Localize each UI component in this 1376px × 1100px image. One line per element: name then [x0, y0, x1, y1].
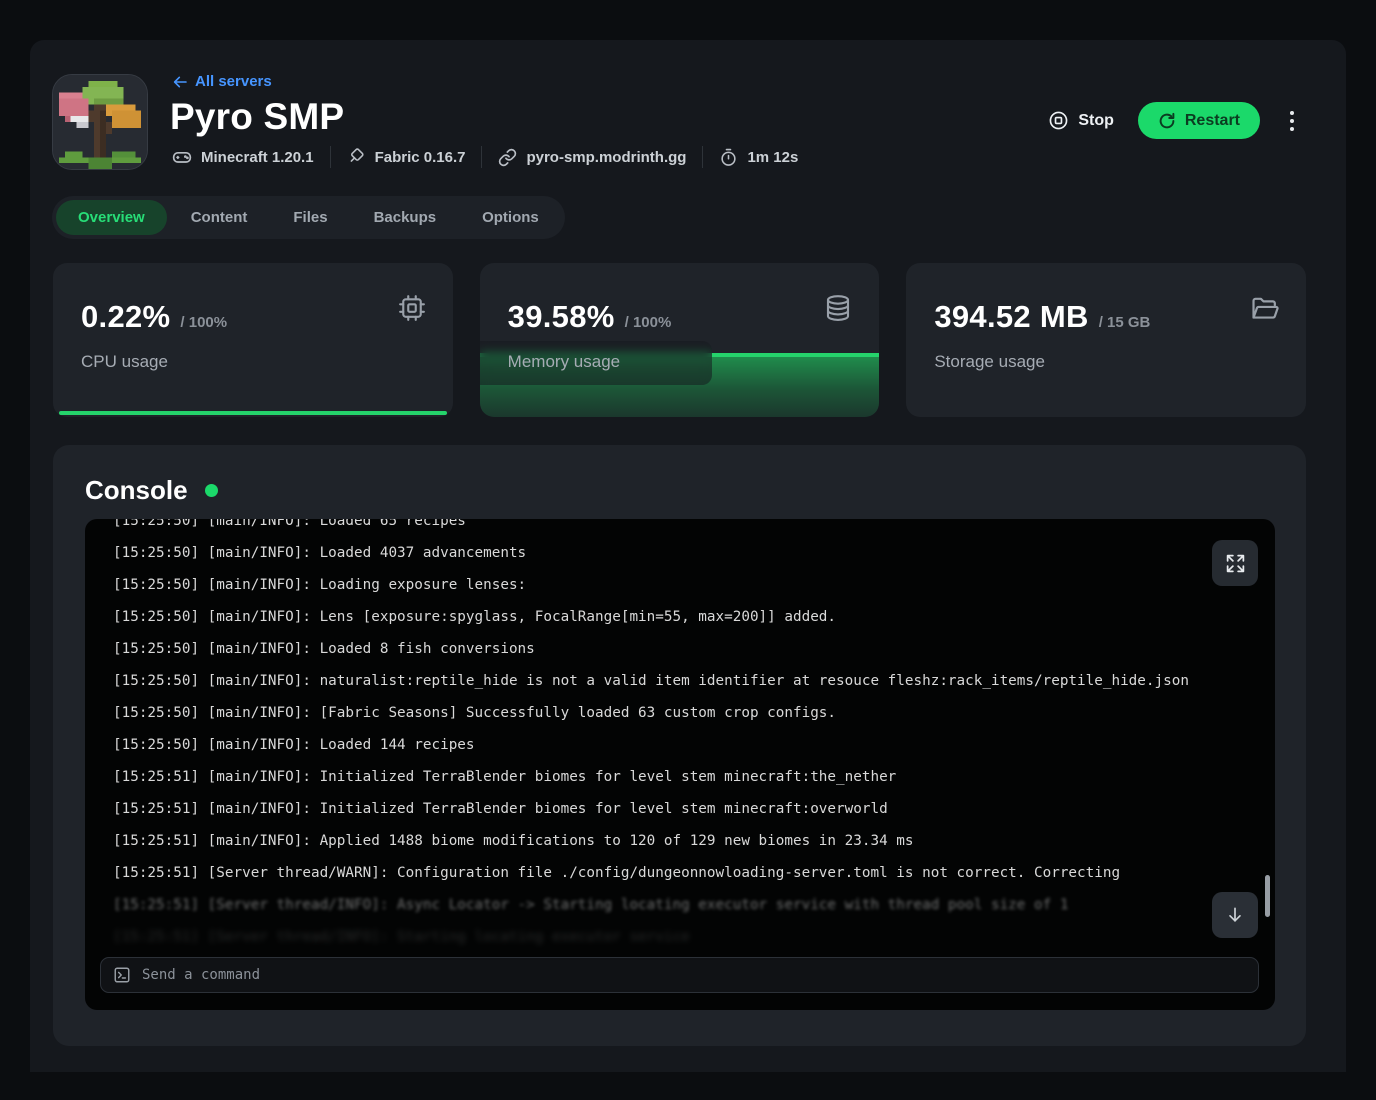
- tab-overview[interactable]: Overview: [56, 200, 167, 235]
- server-panel: All servers Pyro SMP Minecraft 1.20.1 Fa…: [30, 40, 1346, 1072]
- command-input-box: [100, 957, 1259, 993]
- divider: [481, 146, 482, 168]
- back-to-all-servers-link[interactable]: All servers: [172, 73, 272, 90]
- console-terminal: [15:25:50] [main/INFO]: Loaded 65 recipe…: [85, 519, 1275, 1010]
- fullscreen-button[interactable]: [1212, 540, 1258, 586]
- console-line: [15:25:51] [Server thread/INFO]: Startin…: [113, 921, 1247, 953]
- console-line: [15:25:51] [main/INFO]: Applied 1488 bio…: [113, 825, 1247, 857]
- stop-icon: [1048, 110, 1069, 131]
- console-line: [15:25:50] [main/INFO]: naturalist:repti…: [113, 665, 1247, 697]
- folder-open-icon: [1249, 293, 1280, 329]
- console-scrollbar-thumb[interactable]: [1265, 875, 1270, 917]
- console-line: [15:25:51] [main/INFO]: Initialized Terr…: [113, 761, 1247, 793]
- meta-label: Fabric 0.16.7: [375, 149, 466, 166]
- console-line: [15:25:51] [Server thread/WARN]: Configu…: [113, 857, 1247, 889]
- storage-limit: / 15 GB: [1099, 314, 1151, 331]
- stopwatch-icon: [719, 148, 738, 167]
- meta-label: 1m 12s: [747, 149, 798, 166]
- console-line: [15:25:50] [main/INFO]: Loaded 144 recip…: [113, 729, 1247, 761]
- cpu-usage-graph: [59, 411, 447, 415]
- more-options-button[interactable]: [1284, 107, 1300, 135]
- console-line: [15:25:50] [main/INFO]: Lens [exposure:s…: [113, 601, 1247, 633]
- memory-usage-card: 39.58% / 100% Memory usage: [480, 263, 880, 417]
- cpu-label: CPU usage: [81, 352, 168, 372]
- console-log: [15:25:50] [main/INFO]: Loaded 65 recipe…: [85, 519, 1275, 953]
- kebab-icon: [1290, 111, 1294, 115]
- console-line: [15:25:51] [main/INFO]: Initialized Terr…: [113, 793, 1247, 825]
- meta-label: Minecraft 1.20.1: [201, 149, 314, 166]
- storage-usage-card: 394.52 MB / 15 GB Storage usage: [906, 263, 1306, 417]
- console-line: [15:25:50] [main/INFO]: [Fabric Seasons]…: [113, 697, 1247, 729]
- tab-backups[interactable]: Backups: [352, 200, 459, 235]
- memory-value: 39.58%: [508, 299, 615, 335]
- restart-button[interactable]: Restart: [1138, 102, 1260, 139]
- database-icon: [823, 293, 853, 328]
- console-card: Console [15:25:50] [main/INFO]: Loaded 6…: [53, 445, 1306, 1046]
- link-icon: [498, 148, 517, 167]
- arrow-down-icon: [1225, 905, 1245, 925]
- back-link-label: All servers: [195, 73, 272, 90]
- tab-options[interactable]: Options: [460, 200, 561, 235]
- tab-bar: Overview Content Files Backups Options: [52, 196, 565, 239]
- arrow-left-icon: [172, 74, 188, 90]
- loader-icon: [347, 148, 366, 167]
- meta-label: pyro-smp.modrinth.gg: [526, 149, 686, 166]
- memory-label: Memory usage: [508, 352, 620, 372]
- server-avatar: [52, 74, 148, 170]
- console-title: Console: [85, 475, 188, 506]
- command-input[interactable]: [142, 967, 1246, 983]
- scroll-to-bottom-button[interactable]: [1212, 892, 1258, 938]
- console-line: [15:25:50] [main/INFO]: Loaded 4037 adva…: [113, 537, 1247, 569]
- tab-files[interactable]: Files: [271, 200, 349, 235]
- meta-uptime: 1m 12s: [719, 148, 798, 167]
- console-line: [15:25:51] [Server thread/INFO]: Async L…: [113, 889, 1247, 921]
- memory-limit: / 100%: [625, 314, 672, 331]
- restart-button-label: Restart: [1185, 112, 1240, 130]
- gamepad-icon: [172, 147, 192, 167]
- online-status-dot: [205, 484, 218, 497]
- stats-row: 0.22% / 100% CPU usage 39.58% / 100% Mem: [53, 263, 1306, 417]
- console-line: [15:25:50] [main/INFO]: Loaded 65 recipe…: [113, 519, 1247, 537]
- cpu-icon: [397, 293, 427, 328]
- cpu-value: 0.22%: [81, 299, 170, 335]
- stop-button-label: Stop: [1078, 112, 1114, 130]
- terminal-icon: [113, 966, 131, 984]
- header-actions: Stop Restart: [1048, 102, 1300, 139]
- console-line: [15:25:50] [main/INFO]: Loaded 8 fish co…: [113, 633, 1247, 665]
- expand-icon: [1225, 553, 1246, 574]
- cpu-limit: / 100%: [180, 314, 227, 331]
- divider: [330, 146, 331, 168]
- divider: [702, 146, 703, 168]
- meta-loader: Fabric 0.16.7: [347, 148, 466, 167]
- storage-label: Storage usage: [934, 352, 1045, 372]
- stop-button[interactable]: Stop: [1048, 110, 1114, 131]
- restart-icon: [1158, 112, 1176, 130]
- tree-pixel-art: [53, 75, 147, 169]
- tab-content[interactable]: Content: [169, 200, 270, 235]
- cpu-usage-card: 0.22% / 100% CPU usage: [53, 263, 453, 417]
- storage-value: 394.52 MB: [934, 299, 1088, 335]
- page-title: Pyro SMP: [170, 96, 344, 138]
- server-meta-row: Minecraft 1.20.1 Fabric 0.16.7 pyro-smp.…: [172, 146, 798, 168]
- console-line: [15:25:50] [main/INFO]: Loading exposure…: [113, 569, 1247, 601]
- meta-domain[interactable]: pyro-smp.modrinth.gg: [498, 148, 686, 167]
- meta-game-version: Minecraft 1.20.1: [172, 147, 314, 167]
